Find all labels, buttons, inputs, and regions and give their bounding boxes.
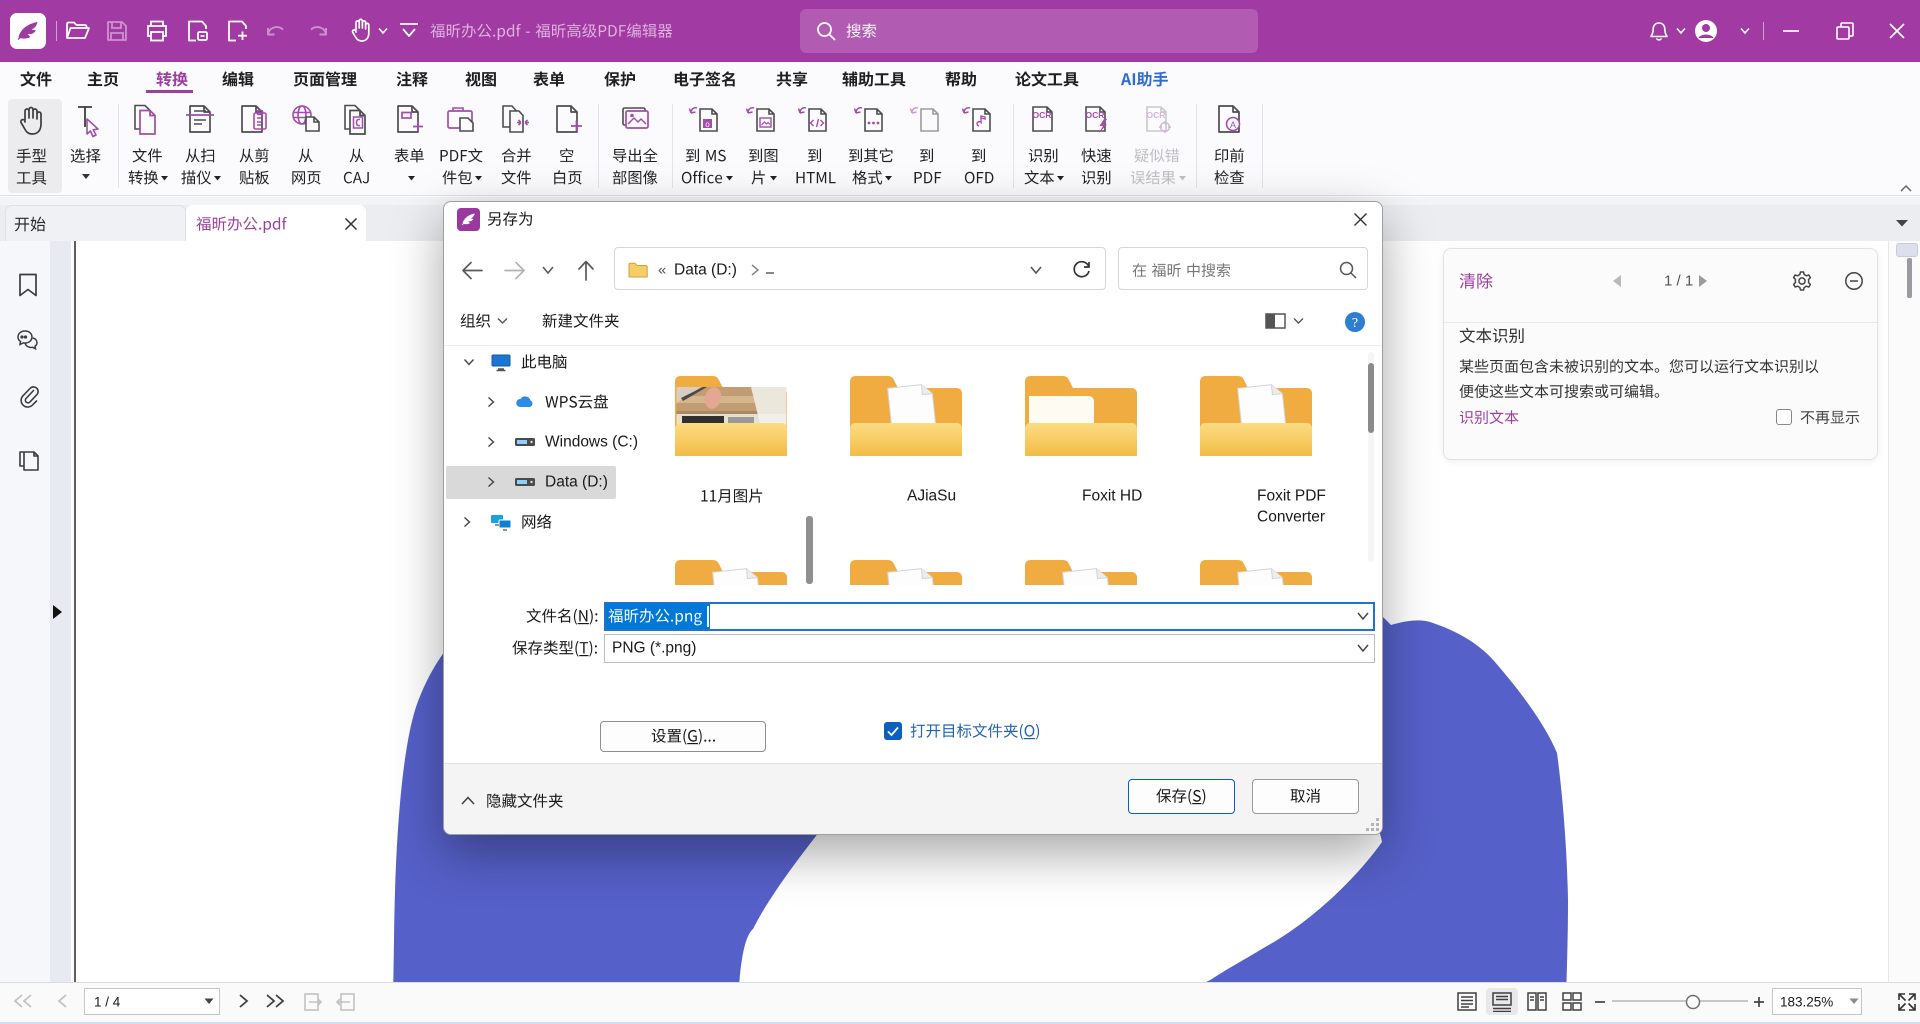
svg-text:?: ? <box>1352 316 1358 331</box>
svg-text:OCR: OCR <box>1086 110 1105 120</box>
svg-text:OCR: OCR <box>1033 110 1052 120</box>
svg-text:o: o <box>705 120 710 129</box>
svg-text:A: A <box>1230 120 1236 130</box>
svg-text:OCR: OCR <box>1147 110 1166 120</box>
